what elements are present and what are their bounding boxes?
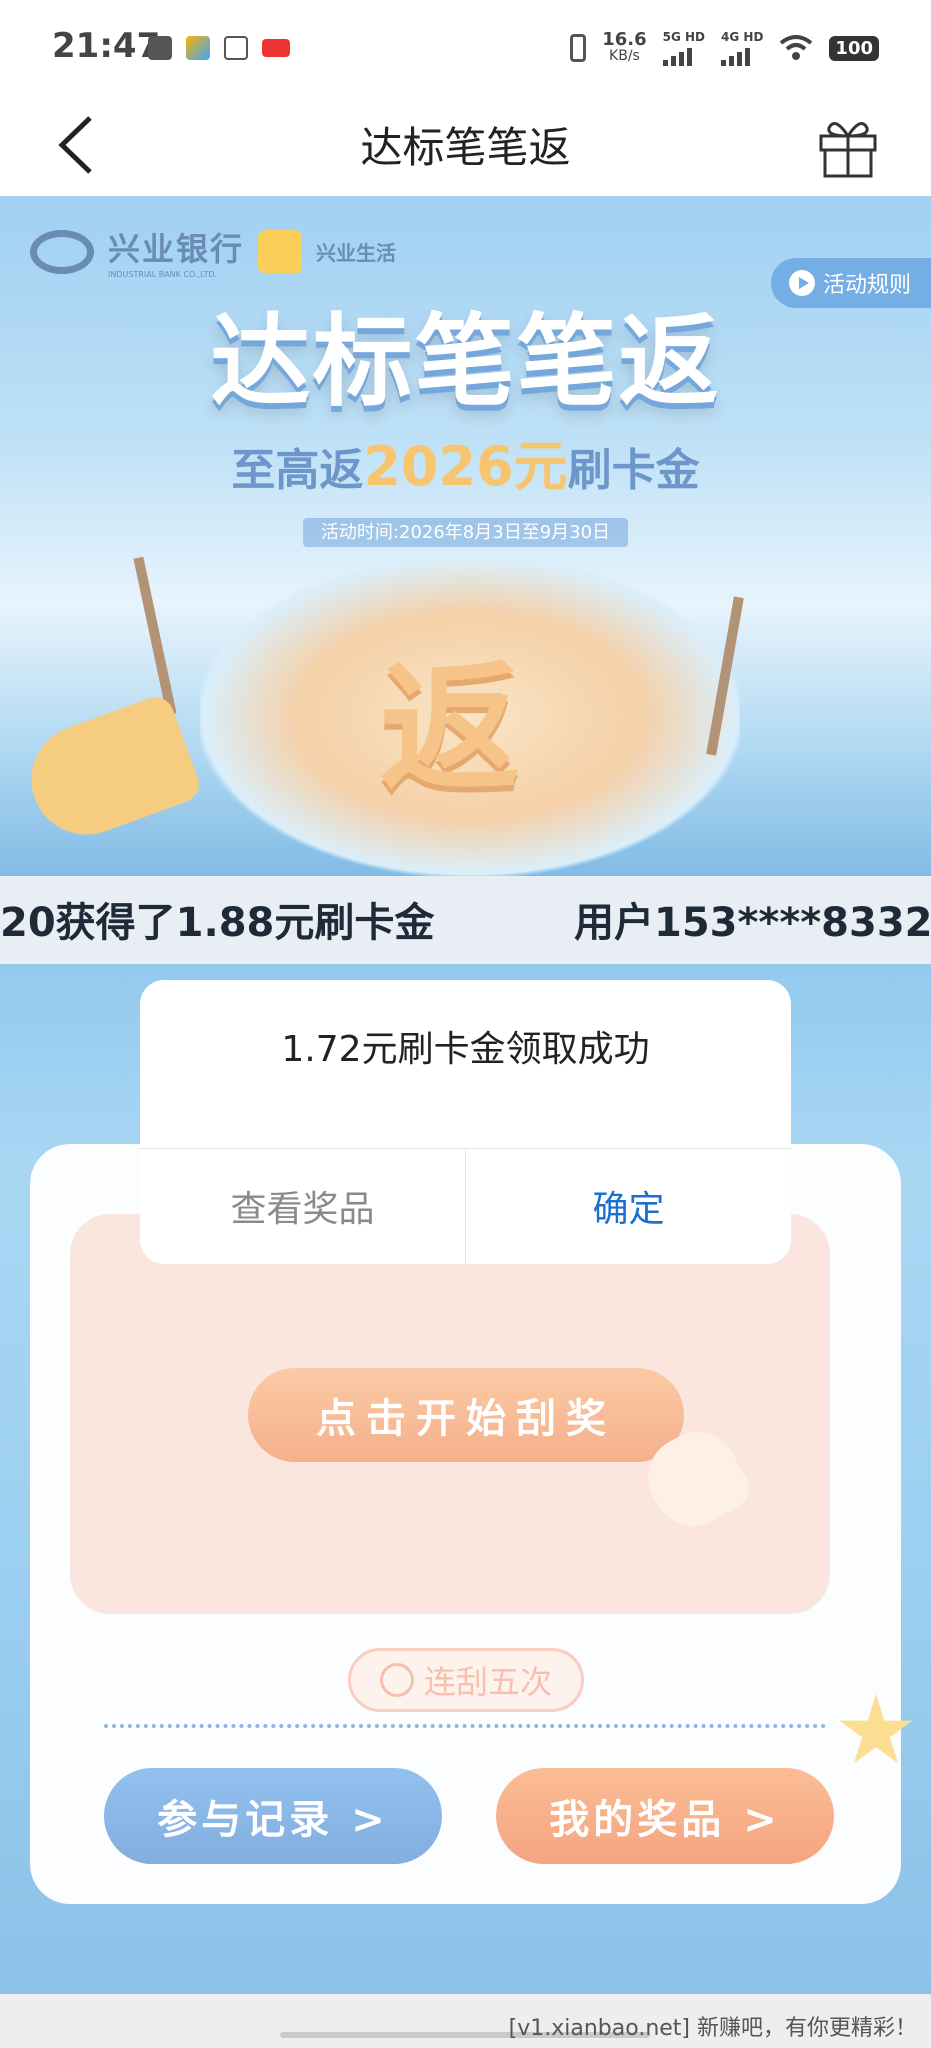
vibrate-icon — [570, 34, 587, 62]
top-bar: 达标笔笔返 — [0, 96, 931, 196]
success-dialog: 1.72元刷卡金领取成功 查看奖品 确定 — [140, 980, 791, 1264]
signal-2: 4G HD — [721, 30, 763, 66]
gift-button[interactable] — [815, 110, 881, 180]
ticker-item: 用户153****8332 — [574, 900, 931, 946]
view-prize-button[interactable]: 查看奖品 — [140, 1148, 465, 1264]
signal-1-icon — [662, 44, 705, 66]
status-bar: 21:47 16.6 KB/s 5G HD 4G HD 100 — [0, 0, 931, 96]
net-speed-unit: KB/s — [609, 48, 640, 64]
gift-icon — [819, 122, 877, 178]
hero-banner: 兴业银行 INDUSTRIAL BANK CO.,LTD. 兴业生活 活动规则 … — [0, 196, 931, 876]
signal-1-label: 5G HD — [662, 30, 706, 44]
wifi-icon — [780, 35, 813, 60]
signal-2-label: 4G HD — [721, 30, 764, 44]
dim-overlay — [0, 196, 931, 876]
battery-level: 100 — [829, 35, 879, 61]
net-speed: 16.6 KB/s — [602, 29, 647, 65]
watermark-text: [v1.xianbao.net] 新赚吧，有你更精彩！ — [508, 2016, 917, 2041]
notification-icons — [148, 36, 290, 60]
clipboard-icon — [148, 36, 172, 60]
app-icon — [186, 36, 210, 60]
net-speed-value: 16.6 — [602, 29, 647, 50]
winner-ticker: 20获得了1.88元刷卡金 用户153****8332 — [0, 876, 931, 964]
dialog-message: 1.72元刷卡金领取成功 — [281, 1029, 650, 1070]
alipay-icon — [224, 36, 248, 60]
page-title: 达标笔笔返 — [360, 123, 571, 172]
ticker-item: 20获得了1.88元刷卡金 — [0, 900, 435, 946]
signal-2-icon — [721, 44, 763, 66]
toutiao-icon — [262, 39, 290, 57]
status-right: 16.6 KB/s 5G HD 4G HD 100 — [570, 30, 879, 66]
footer: [v1.xianbao.net] 新赚吧，有你更精彩！ — [0, 1994, 931, 2048]
signal-1: 5G HD — [662, 30, 706, 66]
status-time: 21:47 — [52, 26, 161, 66]
confirm-button[interactable]: 确定 — [466, 1148, 791, 1264]
